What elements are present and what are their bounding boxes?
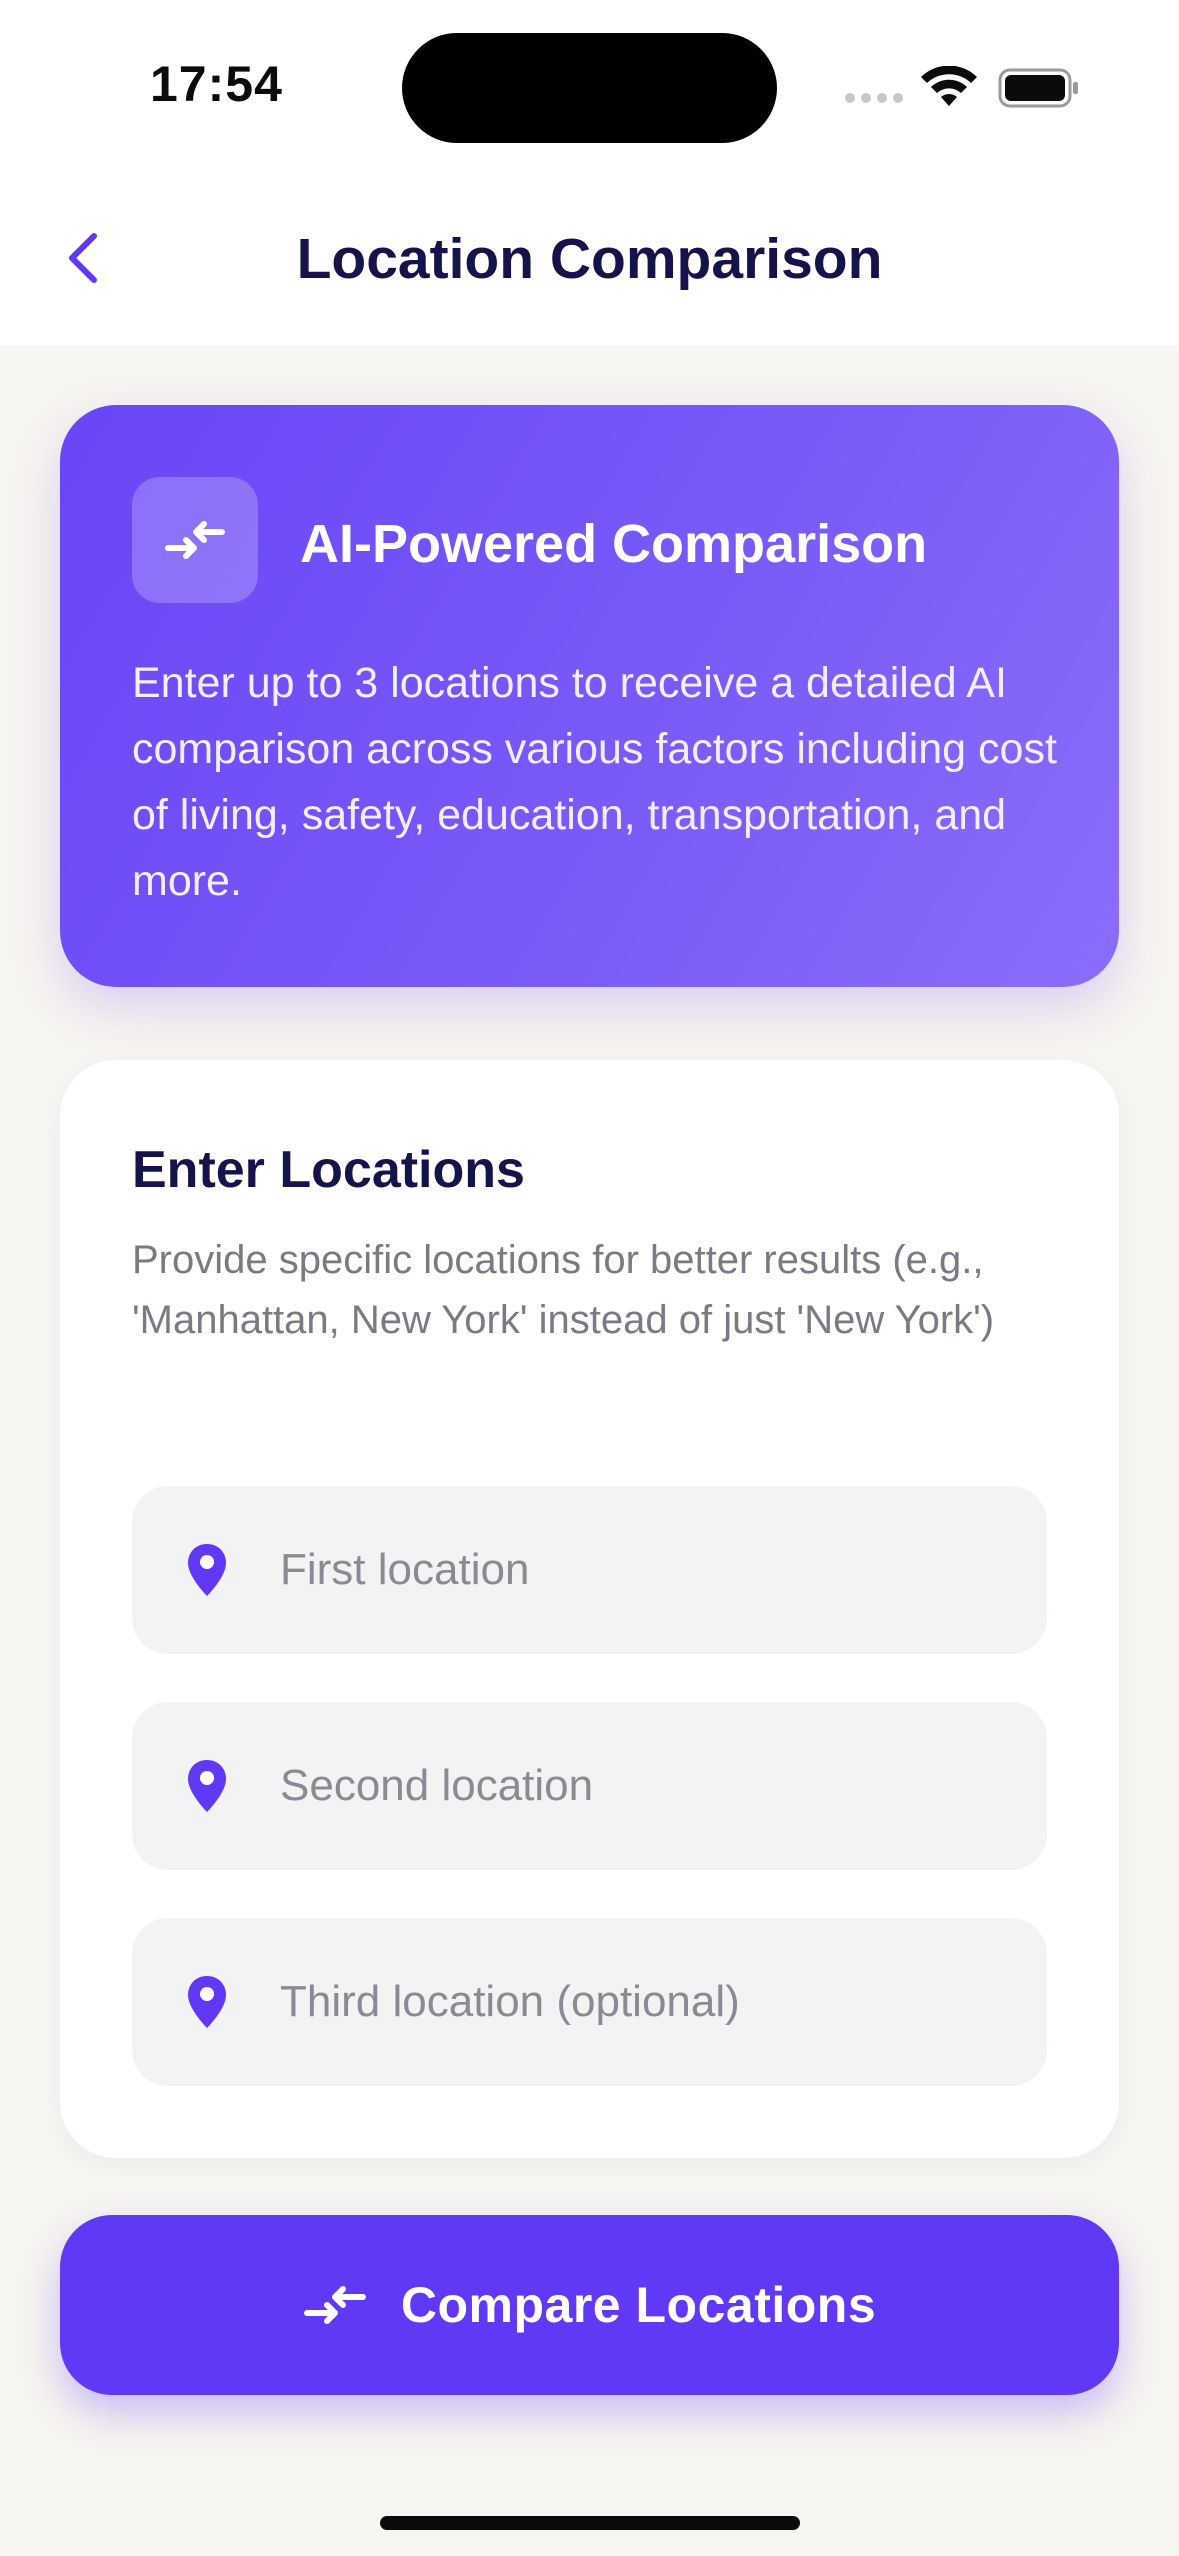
compare-locations-label: Compare Locations: [400, 2277, 877, 2333]
location-pin-icon: [188, 1760, 226, 1812]
compare-locations-button[interactable]: Compare Locations: [60, 2215, 1119, 2395]
second-location-input[interactable]: [280, 1761, 1020, 1811]
location-pin-icon: [188, 1976, 226, 2028]
location-pin-icon: [188, 1544, 226, 1596]
top-bar: 17:54 Location Comparison: [0, 0, 1179, 345]
page-title: Location Comparison: [296, 227, 883, 291]
ai-comparison-card: AI-Powered Comparison Enter up to 3 loca…: [60, 405, 1119, 987]
home-indicator[interactable]: [380, 2516, 800, 2530]
compare-arrows-icon: [132, 477, 258, 603]
hero-title: AI-Powered Comparison: [300, 514, 928, 574]
battery-icon: [998, 68, 1078, 108]
screen: 17:54 Location Comparison AI-Powered Com…: [0, 0, 1179, 2556]
third-location-input[interactable]: [280, 1977, 1020, 2027]
first-location-field[interactable]: [132, 1486, 1047, 1654]
section-title: Enter Locations: [132, 1141, 525, 1199]
first-location-input[interactable]: [280, 1545, 1020, 1595]
hero-description: Enter up to 3 locations to receive a det…: [132, 659, 1057, 905]
third-location-field[interactable]: [132, 1918, 1047, 2086]
cellular-signal-icon: [845, 93, 903, 103]
wifi-icon: [921, 66, 977, 106]
enter-locations-card: Enter Locations Provide specific locatio…: [60, 1060, 1119, 2158]
dynamic-island: [402, 33, 777, 143]
status-time: 17:54: [150, 56, 283, 112]
section-subtitle: Provide specific locations for better re…: [132, 1238, 995, 1342]
second-location-field[interactable]: [132, 1702, 1047, 1870]
compare-arrows-icon: [303, 2286, 366, 2324]
